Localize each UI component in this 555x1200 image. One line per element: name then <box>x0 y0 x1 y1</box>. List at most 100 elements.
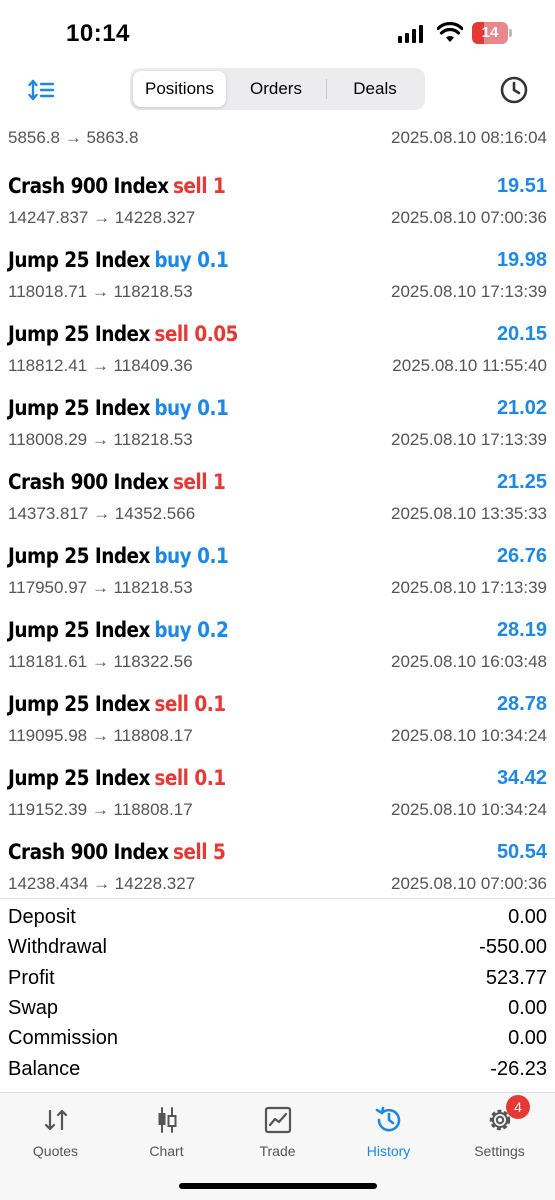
summary-label: Profit <box>8 966 55 989</box>
deal-symbol: Jump 25 Index <box>8 544 150 568</box>
list-item[interactable]: Jump 25 Index buy 0.2 28.19 118181.61 → 118… <box>0 612 555 686</box>
deal-time: 2025.08.10 07:00:36 <box>391 208 547 227</box>
tab-quotes[interactable]: Quotes <box>0 1101 111 1163</box>
deal-prices: 118008.29 → 118218.53 <box>8 430 193 449</box>
summary-value: -550.00 <box>479 936 547 959</box>
deal-title: Jump 25 Index buy 0.1 <box>8 396 229 420</box>
deal-symbol: Crash 900 Index <box>8 840 169 864</box>
summary-label: Commission <box>8 1027 119 1050</box>
deal-side: buy <box>154 544 192 568</box>
segment-deals[interactable]: Deals <box>328 71 422 107</box>
segment-divider <box>326 79 327 99</box>
deal-volume: 0.1 <box>194 766 226 790</box>
deal-prices: 14247.837 → 14228.327 <box>8 208 196 227</box>
deal-volume: 0.1 <box>194 692 226 716</box>
deal-side-volume: buy 0.1 <box>154 396 228 420</box>
summary-value: 0.00 <box>508 1027 547 1050</box>
status-time: 10:14 <box>66 20 130 47</box>
header: Positions Orders Deals <box>0 66 555 114</box>
list-item[interactable]: Jump 25 Index sell 0.1 34.42 119152.39 → 11… <box>0 760 555 834</box>
deal-title: Jump 25 Index buy 0.2 <box>8 618 229 642</box>
list-item[interactable]: Jump 25 Index sell 0.05 20.15 118812.41 → 1… <box>0 316 555 390</box>
segment-orders[interactable]: Orders <box>228 71 324 107</box>
deal-title: Jump 25 Index buy 0.1 <box>8 248 229 272</box>
deal-profit: 26.76 <box>496 545 547 567</box>
deal-symbol: Jump 25 Index <box>8 618 150 642</box>
deal-time: 2025.08.10 16:03:48 <box>391 652 547 671</box>
deal-time: 2025.08.10 10:34:24 <box>391 800 547 819</box>
deal-prices: 119152.39 → 118808.17 <box>8 800 193 819</box>
deal-prices: 117950.97 → 118218.53 <box>8 578 193 597</box>
summary-value: 0.00 <box>508 996 547 1019</box>
view-segmented-control: Positions Orders Deals <box>130 68 425 110</box>
list-item[interactable]: Jump 25 Index buy 0.1 19.98 118018.71 → 118… <box>0 242 555 316</box>
sort-icon[interactable] <box>28 78 56 102</box>
deal-volume: 5 <box>212 840 226 864</box>
deal-side-volume: sell 0.05 <box>154 322 238 346</box>
deal-profit: 28.78 <box>496 693 547 715</box>
deal-time: 2025.08.10 17:13:39 <box>391 430 547 449</box>
summary-label: Balance <box>8 1057 81 1080</box>
deal-prices: 118812.41 → 118409.36 <box>8 356 193 375</box>
tab-label: Chart <box>149 1143 184 1159</box>
deal-prices: 118181.61 → 118322.56 <box>8 652 193 671</box>
status-bar: 10:14 14 <box>0 0 555 66</box>
clock-icon[interactable] <box>499 75 529 105</box>
deal-prices: 118018.71 → 118218.53 <box>8 282 193 301</box>
summary-value: 0.00 <box>508 906 547 928</box>
candlestick-icon <box>158 1107 177 1133</box>
deal-profit: 19.98 <box>496 249 547 271</box>
deal-title: Jump 25 Index sell 0.1 <box>8 692 226 716</box>
divider <box>0 898 555 899</box>
deal-title: Jump 25 Index sell 0.1 <box>8 766 226 790</box>
summary-row-deposit: Deposit 0.00 <box>0 904 555 934</box>
summary-row-swap: Swap 0.00 <box>0 995 555 1025</box>
deal-side: buy <box>154 396 192 420</box>
deal-time: 2025.08.10 17:13:39 <box>391 282 547 301</box>
quotes-arrows-icon <box>44 1109 68 1131</box>
deal-side-volume: sell 1 <box>173 470 226 494</box>
deal-profit: 20.15 <box>496 323 547 345</box>
deal-symbol: Jump 25 Index <box>8 322 150 346</box>
deal-profit: 28.19 <box>496 619 547 641</box>
notification-badge: 4 <box>506 1095 530 1119</box>
deal-volume: 0.1 <box>197 396 229 420</box>
summary-label: Swap <box>8 996 59 1019</box>
battery-icon: 14 <box>472 22 512 44</box>
list-item[interactable]: Jump 25 Index sell 0.1 28.78 119095.98 → 11… <box>0 686 555 760</box>
deal-volume: 1 <box>212 174 226 198</box>
list-item[interactable]: Crash 900 Index sell 1 21.25 14373.817 → 14… <box>0 464 555 538</box>
tab-settings[interactable]: 4 Settings <box>444 1095 555 1163</box>
deal-prices: 119095.98 → 118808.17 <box>8 726 193 745</box>
deal-title: Crash 900 Index sell 1 <box>8 470 226 494</box>
deal-side: sell <box>154 322 189 346</box>
summary-row-profit: Profit 523.77 <box>0 965 555 995</box>
deal-title: Jump 25 Index buy 0.1 <box>8 544 229 568</box>
deal-side-volume: sell 0.1 <box>154 692 226 716</box>
list-item[interactable]: 5856.8 → 5863.8 2025.08.10 08:16:04 <box>0 114 555 156</box>
tab-history[interactable]: History <box>333 1101 444 1163</box>
wifi-icon <box>437 22 463 42</box>
deal-title: Crash 900 Index sell 1 <box>8 174 226 198</box>
summary-value: -26.23 <box>490 1057 547 1080</box>
deal-side: buy <box>154 618 192 642</box>
deal-time: 2025.08.10 17:13:39 <box>391 578 547 597</box>
segment-positions[interactable]: Positions <box>133 71 226 107</box>
list-item[interactable]: Jump 25 Index buy 0.1 26.76 117950.97 → 118… <box>0 538 555 612</box>
tab-trade[interactable]: Trade <box>222 1101 333 1163</box>
deal-profit: 21.02 <box>496 397 547 419</box>
deal-side: sell <box>172 174 208 198</box>
list-item[interactable]: Jump 25 Index buy 0.1 21.02 118008.29 → 118… <box>0 390 555 464</box>
history-clock-icon <box>375 1106 401 1132</box>
tab-chart[interactable]: Chart <box>111 1101 222 1163</box>
summary-label: Deposit <box>8 906 76 928</box>
list-item[interactable]: Crash 900 Index sell 5 50.54 14238.434 → 14… <box>0 834 555 908</box>
deal-side: sell <box>172 840 208 864</box>
list-item[interactable]: Crash 900 Index sell 1 19.51 14247.837 → 14… <box>0 168 555 242</box>
deal-side-volume: buy 0.1 <box>154 248 228 272</box>
deal-prices: 14373.817 → 14352.566 <box>8 504 196 523</box>
deal-symbol: Jump 25 Index <box>8 766 150 790</box>
deal-profit: 19.51 <box>496 175 547 197</box>
deal-time: 2025.08.10 10:34:24 <box>391 726 547 745</box>
summary-row-withdrawal: Withdrawal -550.00 <box>0 934 555 964</box>
